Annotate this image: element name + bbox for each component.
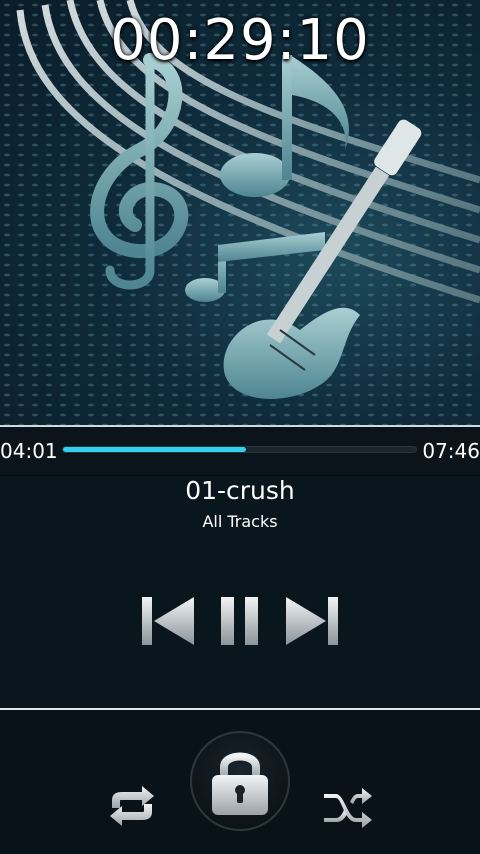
- track-info-panel: 01-crush All Tracks: [0, 476, 480, 708]
- clock-display: 00:29:10: [110, 8, 370, 73]
- album-name: All Tracks: [202, 512, 278, 531]
- next-track-icon: [286, 597, 338, 645]
- shuffle-button[interactable]: [320, 782, 376, 834]
- total-time: 07:46: [422, 439, 480, 463]
- transport-controls: [140, 593, 340, 649]
- seek-bar-fill: [63, 447, 246, 452]
- repeat-button[interactable]: [104, 782, 160, 834]
- repeat-icon: [110, 786, 154, 826]
- progress-area: 04:01 07:46: [0, 427, 480, 475]
- next-button[interactable]: [284, 593, 340, 653]
- previous-button[interactable]: [140, 593, 196, 653]
- album-art: 00:29:10: [0, 0, 480, 425]
- elapsed-time: 04:01: [0, 439, 58, 463]
- pause-icon: [221, 597, 258, 645]
- shuffle-icon: [324, 788, 372, 828]
- previous-track-icon: [142, 597, 194, 645]
- lock-button[interactable]: [190, 731, 290, 831]
- song-title: 01-crush: [185, 476, 295, 505]
- pause-button[interactable]: [218, 593, 262, 653]
- lock-icon: [212, 752, 268, 815]
- seek-bar[interactable]: [62, 446, 417, 453]
- bottom-bar: [0, 710, 480, 854]
